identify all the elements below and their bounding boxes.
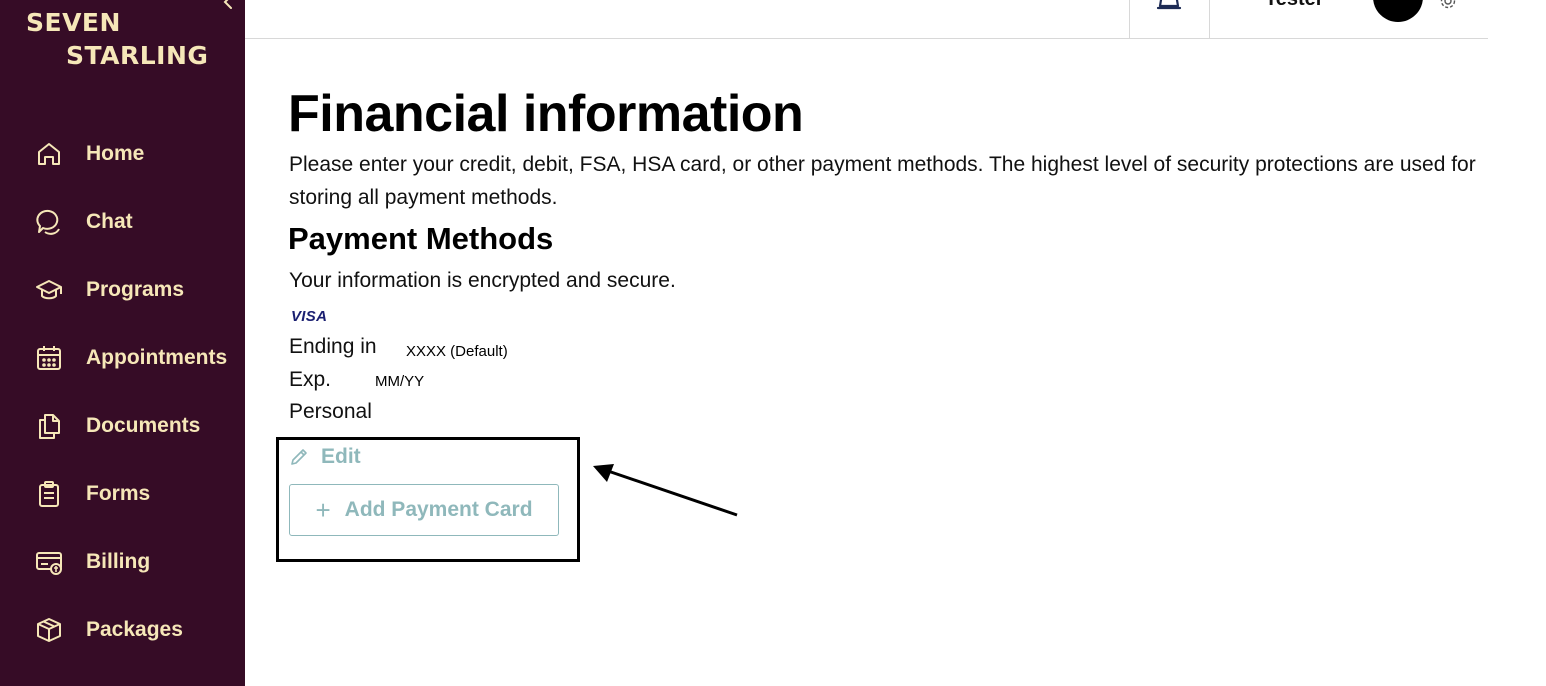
top-bar: Tester [245, 0, 1488, 39]
user-name[interactable]: Tester [1265, 0, 1324, 11]
divider [1129, 0, 1130, 38]
documents-icon [33, 410, 65, 442]
pencil-icon [291, 449, 307, 465]
logo-line-2: STARLING [66, 41, 209, 70]
collapse-chevron-icon[interactable] [218, 0, 238, 12]
sidebar-item-label: Home [86, 142, 145, 165]
sidebar-item-label: Documents [86, 414, 201, 437]
visa-logo: VISA [291, 308, 328, 325]
sidebar-item-label: Packages [86, 618, 183, 641]
sidebar-item-forms[interactable]: Forms [0, 460, 245, 528]
billing-icon [33, 546, 65, 578]
bell-icon[interactable] [1155, 0, 1183, 16]
package-icon [33, 614, 65, 646]
home-icon [33, 138, 65, 170]
sidebar: SEVEN STARLING Home Chat Programs Appoin… [0, 0, 245, 686]
sidebar-nav: Home Chat Programs Appointments Document… [0, 120, 245, 664]
edit-label: Edit [321, 445, 361, 468]
divider [1209, 0, 1210, 38]
secure-text: Your information is encrypted and secure… [289, 269, 676, 292]
logo-line-1: SEVEN [26, 8, 121, 37]
card-ending-value: XXXX (Default) [406, 343, 508, 360]
sidebar-item-billing[interactable]: Billing [0, 528, 245, 596]
sidebar-item-home[interactable]: Home [0, 120, 245, 188]
card-type: Personal [289, 400, 372, 423]
avatar[interactable] [1373, 0, 1423, 22]
sidebar-item-label: Programs [86, 278, 185, 301]
edit-button[interactable]: Edit [289, 443, 361, 471]
sidebar-item-label: Chat [86, 210, 133, 233]
sidebar-item-label: Forms [86, 482, 151, 505]
sidebar-item-label: Appointments [86, 346, 228, 369]
add-payment-card-button[interactable]: + Add Payment Card [289, 484, 559, 536]
annotation-arrow-icon [593, 464, 738, 517]
sidebar-item-documents[interactable]: Documents [0, 392, 245, 460]
chat-icon [33, 206, 65, 238]
gear-icon[interactable] [1439, 0, 1457, 10]
sidebar-item-packages[interactable]: Packages [0, 596, 245, 664]
intro-text: Please enter your credit, debit, FSA, HS… [289, 153, 1476, 209]
clipboard-icon [33, 478, 65, 510]
sidebar-item-chat[interactable]: Chat [0, 188, 245, 256]
sidebar-item-appointments[interactable]: Appointments [0, 324, 245, 392]
ending-in-label: Ending in [289, 335, 377, 358]
exp-label: Exp. [289, 368, 332, 391]
section-title: Payment Methods [288, 221, 554, 256]
card-exp-value: MM/YY [375, 373, 425, 390]
sidebar-item-label: Billing [86, 550, 151, 573]
graduation-cap-icon [33, 274, 65, 306]
page-title: Financial information [288, 85, 804, 143]
calendar-icon [33, 342, 65, 374]
add-payment-card-label: Add Payment Card [344, 498, 533, 521]
plus-icon: + [315, 495, 331, 525]
seven-starling-logo[interactable]: SEVEN STARLING [26, 6, 208, 72]
sidebar-item-programs[interactable]: Programs [0, 256, 245, 324]
